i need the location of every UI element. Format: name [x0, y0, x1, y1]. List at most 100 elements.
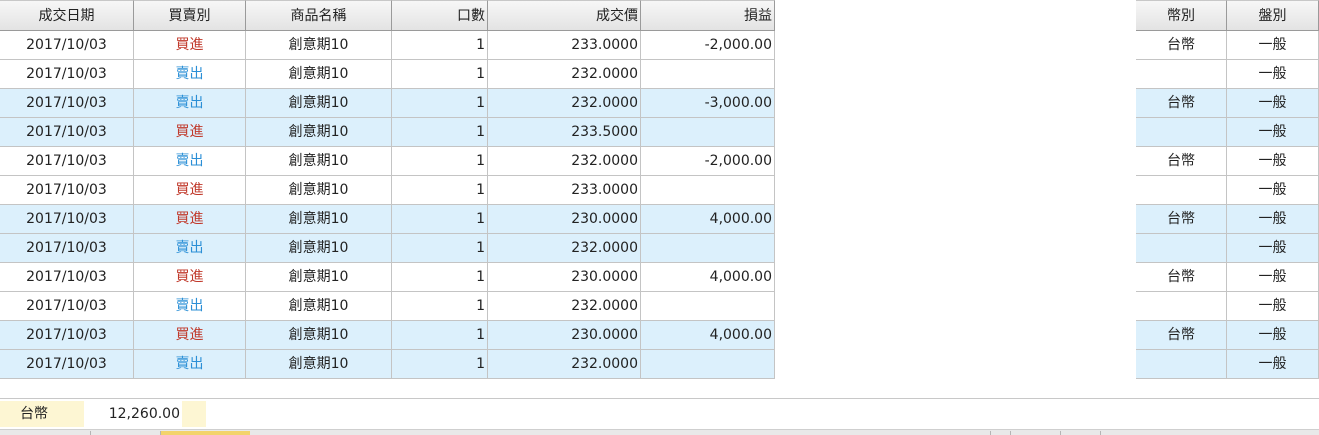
- cell-pnl: [641, 118, 775, 147]
- column-header-price[interactable]: 成交價: [488, 0, 641, 31]
- cell-product: 創意期10: [246, 31, 392, 60]
- cell-side: 賣出: [134, 147, 246, 176]
- cell-pnl: -2,000.00: [641, 31, 775, 60]
- summary-tail-cell: [182, 401, 206, 427]
- cell-product: 創意期10: [246, 89, 392, 118]
- cell-qty: 1: [392, 31, 488, 60]
- cell-session: 一般: [1227, 292, 1319, 321]
- cell-date: 2017/10/03: [0, 176, 134, 205]
- tab-divider: [1100, 431, 1101, 435]
- cell-product: 創意期10: [246, 292, 392, 321]
- cell-qty: 1: [392, 205, 488, 234]
- cell-currency: [1136, 292, 1227, 321]
- cell-side: 賣出: [134, 350, 246, 379]
- cell-side: 買進: [134, 321, 246, 350]
- column-header-product[interactable]: 商品名稱: [246, 0, 392, 31]
- cell-pnl: [641, 60, 775, 89]
- cell-currency: 台幣: [1136, 263, 1227, 292]
- cell-date: 2017/10/03: [0, 147, 134, 176]
- cell-product: 創意期10: [246, 147, 392, 176]
- cell-qty: 1: [392, 263, 488, 292]
- cell-currency: 台幣: [1136, 321, 1227, 350]
- cell-qty: 1: [392, 234, 488, 263]
- cell-side: 買進: [134, 205, 246, 234]
- cell-pnl: -2,000.00: [641, 147, 775, 176]
- tab-divider: [990, 431, 991, 435]
- cell-date: 2017/10/03: [0, 60, 134, 89]
- cell-price: 232.0000: [488, 89, 641, 118]
- cell-date: 2017/10/03: [0, 118, 134, 147]
- cell-qty: 1: [392, 292, 488, 321]
- cell-side: 賣出: [134, 234, 246, 263]
- cell-session: 一般: [1227, 263, 1319, 292]
- cell-session: 一般: [1227, 205, 1319, 234]
- cell-product: 創意期10: [246, 234, 392, 263]
- cell-session: 一般: [1227, 147, 1319, 176]
- cell-date: 2017/10/03: [0, 205, 134, 234]
- cell-price: 232.0000: [488, 234, 641, 263]
- cell-date: 2017/10/03: [0, 263, 134, 292]
- cell-session: 一般: [1227, 118, 1319, 147]
- cell-price: 232.0000: [488, 147, 641, 176]
- cell-side: 買進: [134, 118, 246, 147]
- cell-currency: [1136, 176, 1227, 205]
- cell-pnl: 4,000.00: [641, 205, 775, 234]
- summary-total-value: 12,260.00: [84, 401, 182, 427]
- tab-divider: [160, 431, 161, 435]
- cell-session: 一般: [1227, 350, 1319, 379]
- cell-price: 230.0000: [488, 263, 641, 292]
- cell-currency: [1136, 60, 1227, 89]
- column-gap: [775, 0, 1136, 380]
- cell-price: 233.5000: [488, 118, 641, 147]
- cell-product: 創意期10: [246, 321, 392, 350]
- column-header-session[interactable]: 盤別: [1227, 0, 1319, 31]
- column-header-date[interactable]: 成交日期: [0, 0, 134, 31]
- cell-price: 232.0000: [488, 350, 641, 379]
- cell-date: 2017/10/03: [0, 234, 134, 263]
- column-header-qty[interactable]: 口數: [392, 0, 488, 31]
- cell-price: 232.0000: [488, 60, 641, 89]
- cell-currency: [1136, 350, 1227, 379]
- cell-date: 2017/10/03: [0, 292, 134, 321]
- cell-side: 買進: [134, 31, 246, 60]
- cell-side: 買進: [134, 176, 246, 205]
- cell-session: 一般: [1227, 321, 1319, 350]
- cell-side: 賣出: [134, 89, 246, 118]
- cell-qty: 1: [392, 176, 488, 205]
- cell-date: 2017/10/03: [0, 321, 134, 350]
- cell-date: 2017/10/03: [0, 350, 134, 379]
- cell-session: 一般: [1227, 60, 1319, 89]
- summary-currency-label: 台幣: [0, 401, 84, 427]
- cell-qty: 1: [392, 321, 488, 350]
- cell-qty: 1: [392, 89, 488, 118]
- cell-currency: 台幣: [1136, 31, 1227, 60]
- cell-price: 230.0000: [488, 321, 641, 350]
- cell-qty: 1: [392, 350, 488, 379]
- cell-product: 創意期10: [246, 118, 392, 147]
- cell-currency: 台幣: [1136, 147, 1227, 176]
- cell-pnl: [641, 292, 775, 321]
- cell-price: 233.0000: [488, 176, 641, 205]
- active-tab-indicator[interactable]: [160, 431, 250, 435]
- cell-session: 一般: [1227, 234, 1319, 263]
- cell-currency: [1136, 118, 1227, 147]
- cell-pnl: -3,000.00: [641, 89, 775, 118]
- tab-divider: [90, 431, 91, 435]
- cell-qty: 1: [392, 147, 488, 176]
- cell-qty: 1: [392, 60, 488, 89]
- cell-pnl: [641, 234, 775, 263]
- column-header-currency[interactable]: 幣別: [1136, 0, 1227, 31]
- cell-product: 創意期10: [246, 205, 392, 234]
- footer-divider: [0, 398, 1319, 399]
- cell-qty: 1: [392, 118, 488, 147]
- cell-side: 賣出: [134, 60, 246, 89]
- cell-pnl: 4,000.00: [641, 321, 775, 350]
- cell-product: 創意期10: [246, 176, 392, 205]
- column-header-pnl[interactable]: 損益: [641, 0, 775, 31]
- cell-product: 創意期10: [246, 263, 392, 292]
- cell-product: 創意期10: [246, 350, 392, 379]
- cell-side: 賣出: [134, 292, 246, 321]
- cell-pnl: [641, 176, 775, 205]
- column-header-side[interactable]: 買賣別: [134, 0, 246, 31]
- cell-session: 一般: [1227, 176, 1319, 205]
